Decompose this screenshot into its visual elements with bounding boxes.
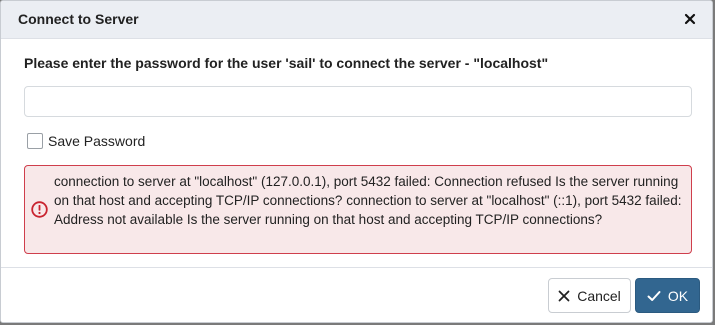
error-message: connection to server at "localhost" (127… — [54, 174, 682, 227]
x-icon — [558, 290, 570, 301]
close-icon[interactable] — [682, 11, 698, 27]
error-alert: connection to server at "localhost" (127… — [24, 165, 692, 254]
cancel-label: Cancel — [577, 287, 621, 304]
dialog-footer: Cancel OK — [1, 267, 712, 322]
password-input[interactable] — [24, 86, 692, 117]
dialog-titlebar: Connect to Server — [1, 1, 712, 39]
save-password-label[interactable]: Save Password — [48, 133, 145, 149]
ok-label: OK — [667, 287, 689, 304]
password-prompt: Please enter the password for the user '… — [24, 55, 549, 71]
ok-button[interactable]: OK — [635, 278, 700, 313]
checkmark-icon — [647, 290, 661, 301]
save-password-row[interactable]: Save Password — [27, 132, 145, 150]
exclamation-circle-icon — [31, 201, 48, 218]
cancel-button[interactable]: Cancel — [548, 278, 631, 313]
save-password-checkbox[interactable] — [27, 133, 43, 149]
dialog-title: Connect to Server — [18, 11, 139, 27]
connect-dialog: Connect to Server Please enter the passw… — [0, 0, 713, 323]
